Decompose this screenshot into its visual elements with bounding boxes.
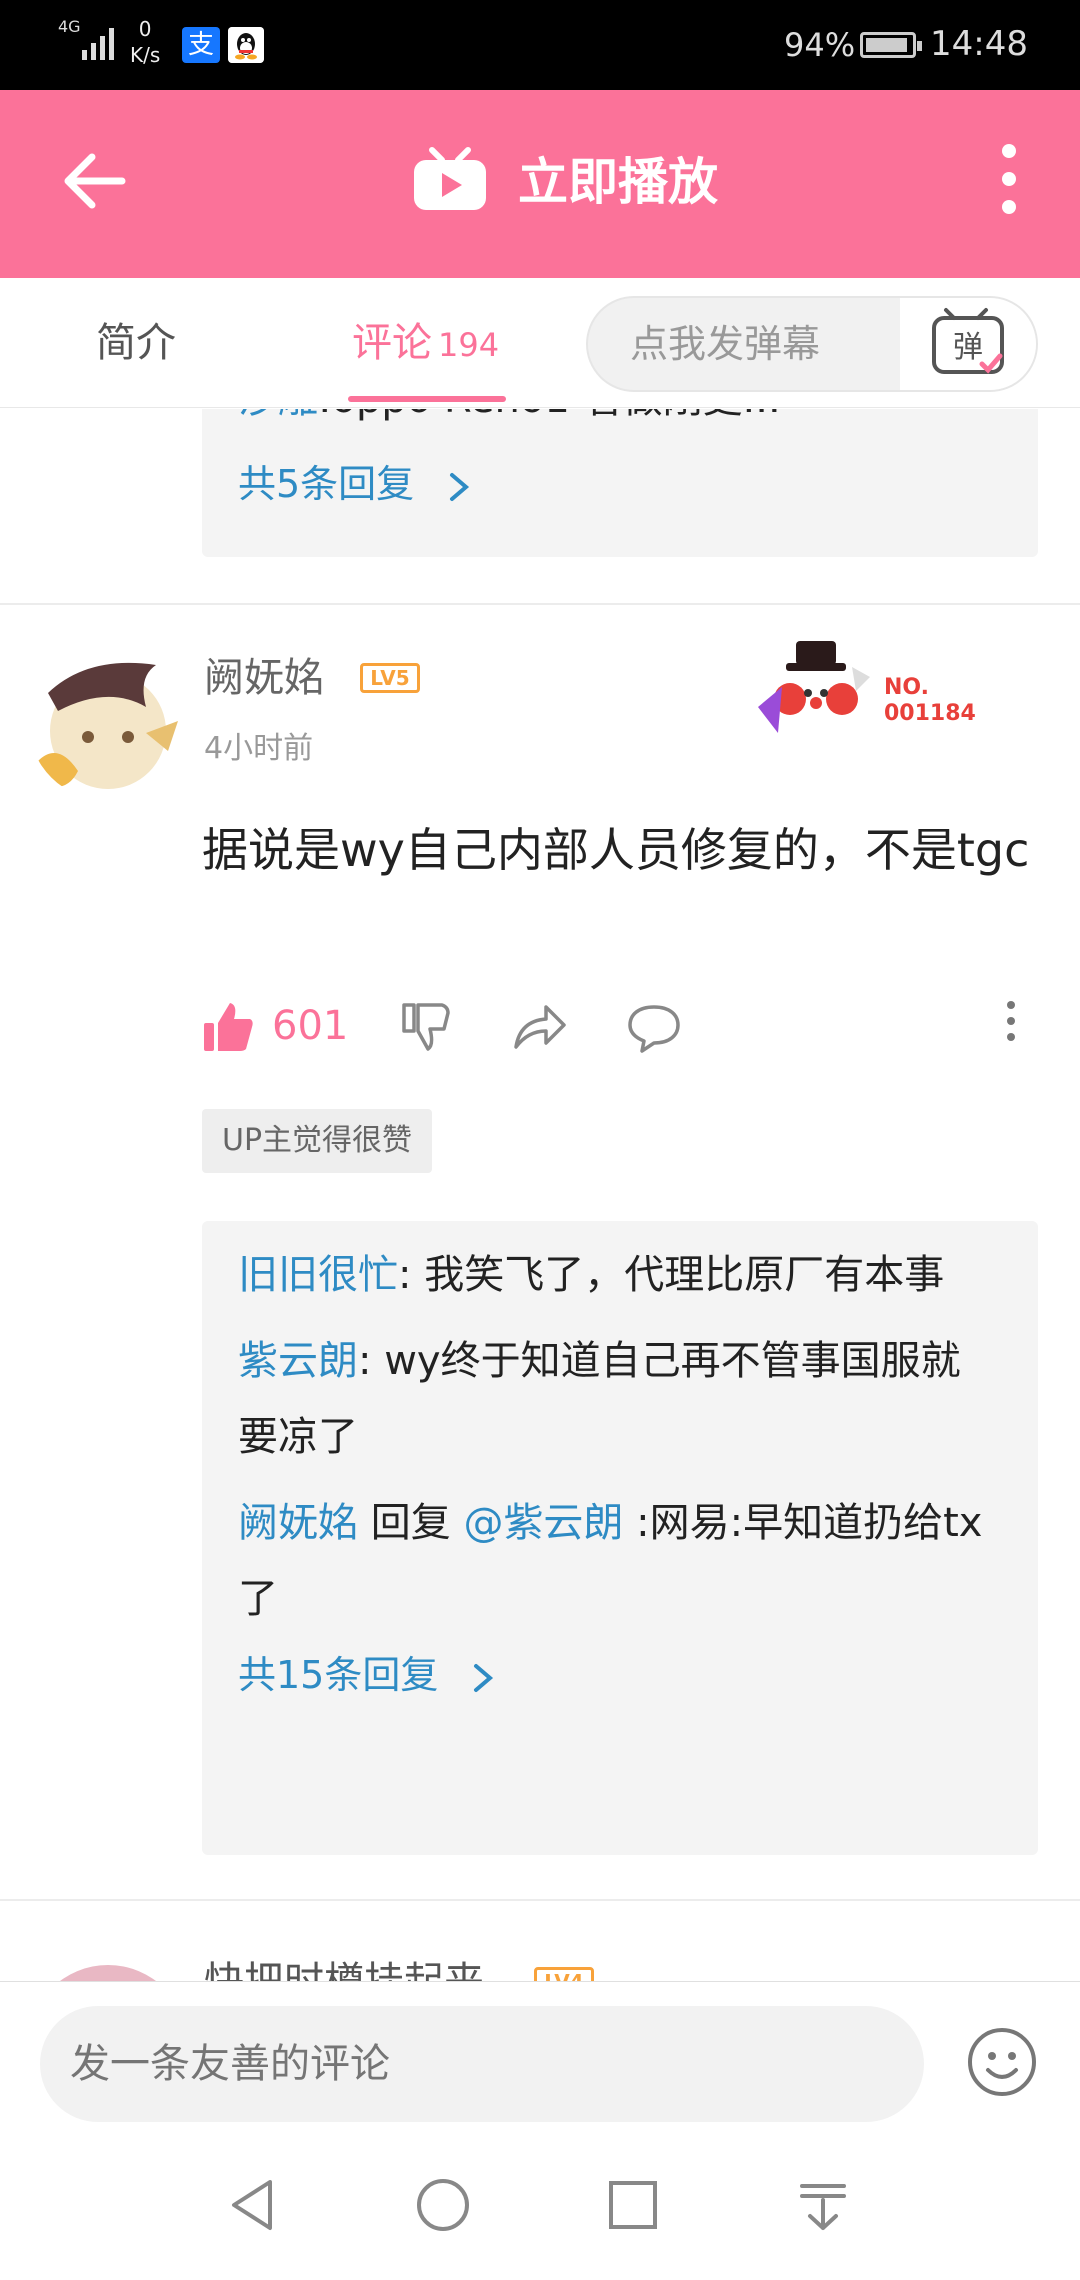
tab-intro[interactable]: 简介 [96, 278, 176, 408]
network-type: 4G [58, 17, 81, 36]
comment-actions: 601 [200, 995, 1040, 1065]
divider [0, 1899, 1080, 1901]
reply-author[interactable]: 阙妩姳 [238, 1500, 358, 1546]
play-now-title[interactable]: 立即播放 [518, 148, 718, 216]
nav-notification-icon[interactable] [788, 2170, 858, 2240]
prev-more-replies-link[interactable]: 共5条回复 [238, 446, 474, 522]
share-icon[interactable] [512, 1001, 568, 1055]
prev-reply-text: :oppo Reno1 看做刚更... [318, 409, 781, 422]
avatar[interactable] [28, 641, 188, 801]
more-replies-link[interactable]: 共15条回复 [238, 1637, 1018, 1713]
level-badge: LV5 [360, 663, 420, 693]
comment-username[interactable]: 阙妩姳 [204, 645, 324, 703]
next-level-badge: LV4 [534, 1967, 594, 1981]
prev-reply-author[interactable]: 沙雕 [238, 409, 318, 422]
system-nav-bar [0, 2130, 1080, 2280]
tab-bar: 简介 评论 194 点我发弹幕 弹 [0, 278, 1080, 408]
reply-item[interactable]: 紫云朗: wy终于知道自己再不管事国服就要凉了 [238, 1323, 1018, 1475]
avatar-image [38, 662, 178, 789]
next-comment-username[interactable]: 快把时樽挂起来 [204, 1949, 484, 1981]
prev-more-replies-label: 共5条回复 [238, 462, 415, 506]
nav-recents-icon[interactable] [598, 2170, 668, 2240]
reply-mention[interactable]: @紫云朗 [463, 1500, 623, 1546]
clown-medal-icon [758, 641, 870, 733]
replies-box[interactable]: 旧旧很忙: 我笑飞了，代理比原厂有本事 紫云朗: wy终于知道自己再不管事国服就… [202, 1221, 1038, 1855]
danmaku-button[interactable]: 弹 [900, 298, 1036, 390]
next-avatar[interactable] [28, 1965, 188, 1981]
thumbs-down-icon[interactable] [400, 1001, 454, 1055]
svg-text:弹: 弹 [953, 330, 983, 365]
comments-count: 194 [438, 326, 500, 364]
thumbs-up-icon[interactable] [200, 999, 256, 1055]
battery-icon [860, 32, 922, 58]
prev-partial-reply: 沙雕:oppo Reno1 看做刚更... [238, 409, 801, 437]
speed-value: 0 [138, 17, 152, 41]
reply-list: 旧旧很忙: 我笑飞了，代理比原厂有本事 紫云朗: wy终于知道自己再不管事国服就… [238, 1237, 1018, 1713]
prev-reply-box[interactable]: 沙雕:oppo Reno1 看做刚更... 共5条回复 [202, 409, 1038, 557]
top-app-bar: 立即播放 [0, 90, 1080, 278]
medal-number: NO. 001184 [884, 675, 976, 727]
danmaku-entry[interactable]: 点我发弹幕 弹 [586, 296, 1038, 392]
battery-percent: 94% [784, 26, 856, 64]
comment-input[interactable] [40, 2006, 924, 2122]
divider [0, 603, 1080, 605]
danmaku-placeholder[interactable]: 点我发弹幕 [630, 298, 820, 390]
comment-time: 4小时前 [204, 731, 314, 766]
more-replies-label: 共15条回复 [238, 1653, 439, 1697]
tab-comments[interactable]: 评论 194 [352, 278, 499, 408]
alipay-notification-icon: 支 [182, 27, 220, 63]
up-liked-badge: UP主觉得很赞 [202, 1109, 433, 1173]
arrow-left-icon[interactable] [60, 146, 130, 216]
comment-body: 据说是wy自己内部人员修复的，不是tgc [202, 823, 1030, 877]
network-speed: 0 K/s [130, 16, 160, 68]
signal-icon [82, 28, 114, 60]
nav-back-icon[interactable] [218, 2170, 288, 2240]
danmaku-icon: 弹 [932, 308, 1004, 374]
reply-item[interactable]: 旧旧很忙: 我笑飞了，代理比原厂有本事 [238, 1237, 1018, 1313]
reply-bubble-icon[interactable] [626, 1003, 682, 1055]
status-bar: 4G 0 K/s 支 94% 14:48 [0, 0, 1080, 90]
comment-list[interactable]: 沙雕:oppo Reno1 看做刚更... 共5条回复 阙妩姳 LV5 4小时前 [0, 409, 1080, 1981]
chevron-right-icon [450, 472, 470, 501]
nav-home-icon[interactable] [408, 2170, 478, 2240]
active-tab-indicator [348, 396, 506, 402]
like-count: 601 [272, 1003, 349, 1049]
tab-comments-label: 评论 [352, 320, 432, 366]
qq-notification-icon [228, 27, 264, 63]
reply-author[interactable]: 紫云朗 [238, 1338, 358, 1384]
comment-input-bar [0, 1981, 1080, 2130]
medal-id: 001184 [884, 701, 976, 726]
more-vertical-icon[interactable] [994, 144, 1024, 220]
chevron-right-icon [474, 1663, 494, 1692]
reply-connector: 回复 [358, 1500, 464, 1546]
medal-no: NO. [884, 675, 929, 700]
tv-play-icon [414, 147, 486, 210]
reply-text: : 我笑飞了，代理比原厂有本事 [398, 1252, 945, 1298]
emoji-icon[interactable] [966, 2026, 1038, 2098]
speed-unit: K/s [130, 43, 161, 67]
comment-more-icon[interactable] [1004, 1001, 1018, 1041]
fan-medal: NO. 001184 [752, 637, 982, 745]
reply-author[interactable]: 旧旧很忙 [238, 1252, 398, 1298]
reply-item[interactable]: 阙妩姳 回复 @紫云朗 :网易:早知道扔给tx了 [238, 1485, 1018, 1637]
clock: 14:48 [930, 24, 1028, 64]
